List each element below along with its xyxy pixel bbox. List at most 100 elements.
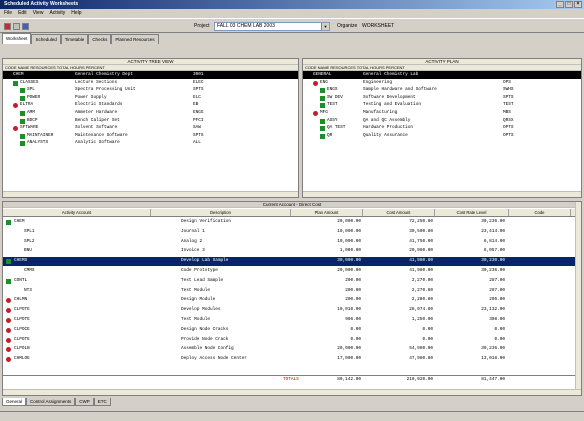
- menu-file[interactable]: File: [4, 9, 12, 18]
- print-icon[interactable]: [13, 23, 20, 30]
- node-red-icon[interactable]: [6, 337, 11, 343]
- horizontal-scrollbar[interactable]: [3, 191, 298, 197]
- node-red-icon[interactable]: [6, 308, 11, 314]
- node-green-icon[interactable]: [20, 118, 25, 124]
- tree-resource: ELEC: [193, 79, 204, 85]
- node-green-icon[interactable]: [20, 133, 25, 139]
- tree-name: Maintenance Software: [75, 132, 128, 138]
- close-button[interactable]: ×: [574, 1, 582, 8]
- node-green-icon[interactable]: [320, 95, 325, 101]
- table-row[interactable]: BNU Invoice 3 1,000.00 20,980.00 6,057.00: [3, 247, 575, 256]
- tree-row[interactable]: CHEM General Chemistry Dept 3001: [3, 71, 298, 79]
- node-green-icon[interactable]: [6, 259, 11, 265]
- node-green-icon[interactable]: [320, 126, 325, 132]
- table-row[interactable]: CLPOTE Provide Node Crack 0.00 0.00 0.00: [3, 336, 575, 345]
- tab-etc[interactable]: ETC: [93, 398, 111, 406]
- node-green-icon[interactable]: [6, 220, 11, 225]
- node-red-icon[interactable]: [6, 298, 11, 304]
- tab-checks[interactable]: Checks: [88, 34, 112, 44]
- menu-help[interactable]: Help: [71, 9, 81, 18]
- table-row[interactable]: SPL2 Analog 2 10,000.00 41,750.00 6,814.00: [3, 238, 575, 247]
- tab-control-assignments[interactable]: Control Assignments: [26, 398, 76, 406]
- table-row[interactable]: CLPOCE Design Node Cracks 0.00 0.00 0.00: [3, 326, 575, 335]
- tab-scheduled[interactable]: Scheduled: [31, 34, 61, 44]
- table-row[interactable]: CLPOTE Test Module 906.00 1,250.00 308.00: [3, 316, 575, 325]
- col-description[interactable]: Description: [151, 209, 291, 216]
- table-row[interactable]: CLPOTE Develop Modules 10,010.00 28,974.80 2…: [3, 306, 575, 315]
- table-row[interactable]: CMMS Code Prototype 20,000.00 41,980.00 30,2…: [3, 267, 575, 276]
- table-row[interactable]: CHEM Design Verification 20,000.00 72,250.8…: [3, 218, 575, 227]
- refresh-icon[interactable]: [22, 23, 29, 30]
- table-row[interactable]: CONTL Test Lead Sample 200.00 2,270.00 287.0…: [3, 277, 575, 286]
- node-red-icon[interactable]: [6, 318, 11, 323]
- tree-row[interactable]: ENGS Sample Hardware and Software SWHS: [303, 86, 581, 94]
- node-green-icon[interactable]: [320, 103, 325, 109]
- node-red-icon[interactable]: [313, 110, 318, 116]
- node-red-icon[interactable]: [13, 103, 18, 109]
- tab-cwp[interactable]: CWP: [75, 398, 94, 406]
- node-green-icon[interactable]: [320, 88, 325, 94]
- col-plan-amount[interactable]: Plan Amount: [291, 209, 363, 216]
- node-red-icon[interactable]: [6, 327, 11, 333]
- tree-row[interactable]: ELTRA Electric Standards EB: [3, 101, 298, 109]
- table-row[interactable]: NT3 Test Module 200.00 2,270.80 287.00: [3, 287, 575, 296]
- tab-worksheet[interactable]: Worksheet: [2, 33, 32, 44]
- chevron-down-icon[interactable]: ▼: [321, 23, 329, 30]
- tree-row[interactable]: SFTWARE Solvent Software SAW: [3, 124, 298, 132]
- tab-general[interactable]: General: [2, 398, 27, 406]
- table-row[interactable]: CHLMN Design Module 200.00 2,280.80 205.00: [3, 296, 575, 305]
- col-cost-rate[interactable]: Cost Rate Level: [435, 209, 509, 216]
- tab-planned-resources[interactable]: Planned Resources: [111, 34, 159, 44]
- tree-code: ANALYSTS: [27, 140, 49, 146]
- tree-row[interactable]: ENG Engineering OPS: [303, 79, 581, 87]
- table-row[interactable]: SPL1 Journal 1 10,000.00 30,500.80 23,414.00: [3, 228, 575, 237]
- node-red-icon[interactable]: [13, 126, 18, 132]
- project-select[interactable]: FALL 03 CHEM LAB 2003 ▼: [214, 22, 330, 31]
- menu-view[interactable]: View: [33, 9, 44, 18]
- tree-row[interactable]: BDCP Bench Caliper Set PFCI: [3, 117, 298, 125]
- vertical-scrollbar[interactable]: [575, 202, 581, 395]
- tree-row[interactable]: MAINTAINER Maintenance Software SPTS: [3, 132, 298, 140]
- node-green-icon[interactable]: [320, 133, 325, 139]
- table-row[interactable]: CHEMS Develop Lab Sample 30,000.00 41,980.8…: [3, 257, 575, 266]
- menu-edit[interactable]: Edit: [18, 9, 27, 18]
- node-green-icon[interactable]: [20, 95, 25, 101]
- node-green-icon[interactable]: [20, 88, 25, 94]
- tree-row[interactable]: ANALYSTS Analytic Software ALL: [3, 139, 298, 147]
- tree-row[interactable]: GENERAL General Chemistry Lab: [303, 71, 581, 79]
- col-code[interactable]: Code: [509, 209, 571, 216]
- node-green-icon[interactable]: [320, 118, 325, 124]
- tree-row[interactable]: POWER Power Supply ELC: [3, 94, 298, 102]
- tree-row[interactable]: ASSY QA and QC Assembly QRSX: [303, 117, 581, 125]
- tree-row[interactable]: MFG Manufacturing MBS: [303, 109, 581, 117]
- tree-row[interactable]: SW DEV Software Development SPTS: [303, 94, 581, 102]
- tree-row[interactable]: QA TEST Hardware Production OPTS: [303, 124, 581, 132]
- node-red-icon[interactable]: [6, 347, 11, 353]
- tree-rows: CHEM General Chemistry Dept 3001 CLASSES Lec…: [3, 71, 298, 147]
- table-row[interactable]: CHMLOE Deploy Access Node Center 17,000.00…: [3, 355, 575, 364]
- node-red-icon[interactable]: [6, 357, 11, 363]
- table-row[interactable]: CLPOLB Assemble Node Config 20,000.00 54,98…: [3, 345, 575, 354]
- tree-resource: EB: [193, 102, 199, 108]
- tree-row[interactable]: QR Quality Assurance OPTS: [303, 132, 581, 140]
- tree-row[interactable]: AMM Ammeter Hardware ENGG: [3, 109, 298, 117]
- horizontal-scrollbar[interactable]: [3, 389, 581, 395]
- col-cost-amount[interactable]: Cost Amount: [363, 209, 435, 216]
- tree-row[interactable]: TEST Testing and Evaluation TEST: [303, 101, 581, 109]
- minimize-button[interactable]: _: [556, 1, 564, 8]
- node-green-icon[interactable]: [6, 278, 11, 284]
- node-green-icon[interactable]: [13, 80, 18, 86]
- node-green-icon[interactable]: [20, 110, 25, 116]
- tree-row[interactable]: CLASSES Lecture Sections ELEC: [3, 79, 298, 87]
- node-green-icon[interactable]: [20, 141, 25, 147]
- node-red-icon[interactable]: [313, 80, 318, 86]
- maximize-button[interactable]: □: [565, 1, 573, 8]
- tab-timetable[interactable]: Timetable: [60, 34, 89, 44]
- tree-code: TEST: [327, 102, 338, 108]
- horizontal-scrollbar[interactable]: [303, 191, 581, 197]
- tree-code: ENG: [320, 79, 328, 85]
- tree-row[interactable]: SPL Spectra Processing Unit SPTS: [3, 86, 298, 94]
- save-icon[interactable]: [4, 23, 11, 30]
- menu-activity[interactable]: Activity: [49, 9, 65, 18]
- col-activity-account[interactable]: Activity Account: [3, 209, 151, 216]
